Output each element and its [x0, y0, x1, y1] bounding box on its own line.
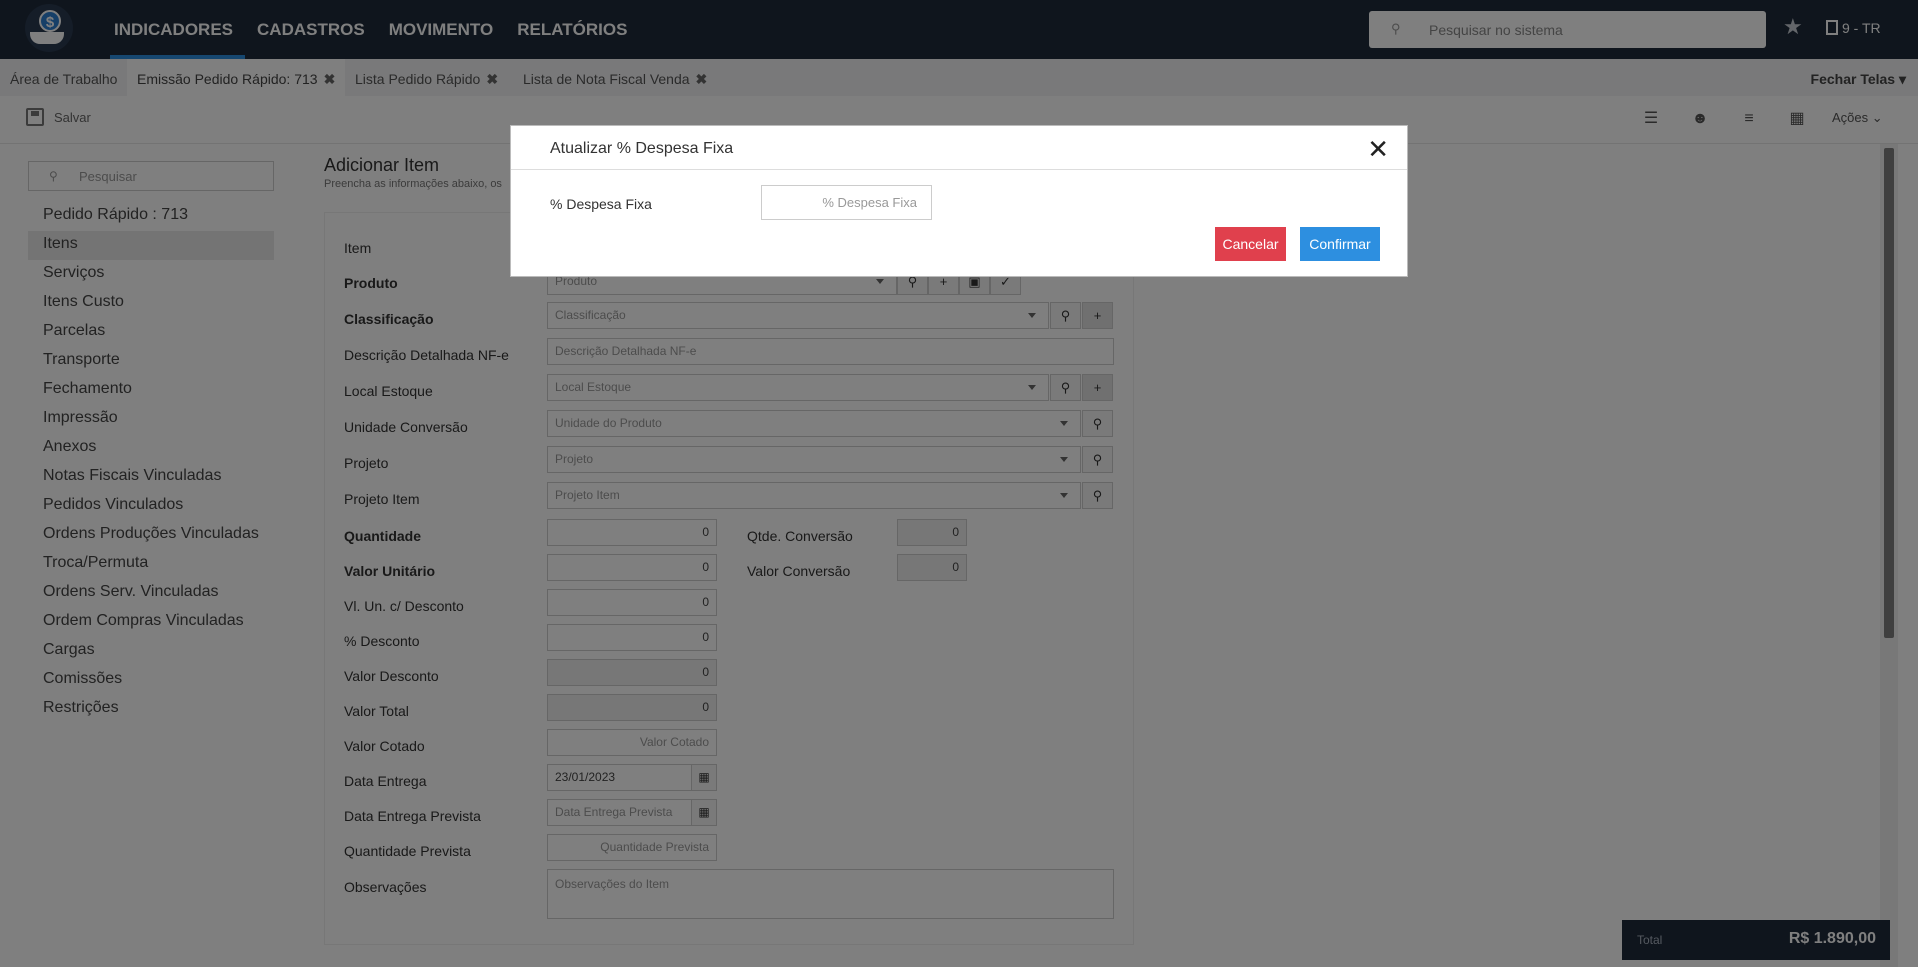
- close-icon[interactable]: ✕: [1367, 136, 1389, 162]
- despesa-fixa-modal: Atualizar % Despesa Fixa ✕ % Despesa Fix…: [510, 125, 1408, 277]
- cancel-button[interactable]: Cancelar: [1215, 227, 1286, 261]
- despesa-fixa-label: % Despesa Fixa: [550, 196, 652, 212]
- confirm-button[interactable]: Confirmar: [1300, 227, 1380, 261]
- divider: [511, 169, 1407, 170]
- despesa-fixa-input[interactable]: [761, 185, 932, 220]
- modal-title: Atualizar % Despesa Fixa: [550, 140, 734, 157]
